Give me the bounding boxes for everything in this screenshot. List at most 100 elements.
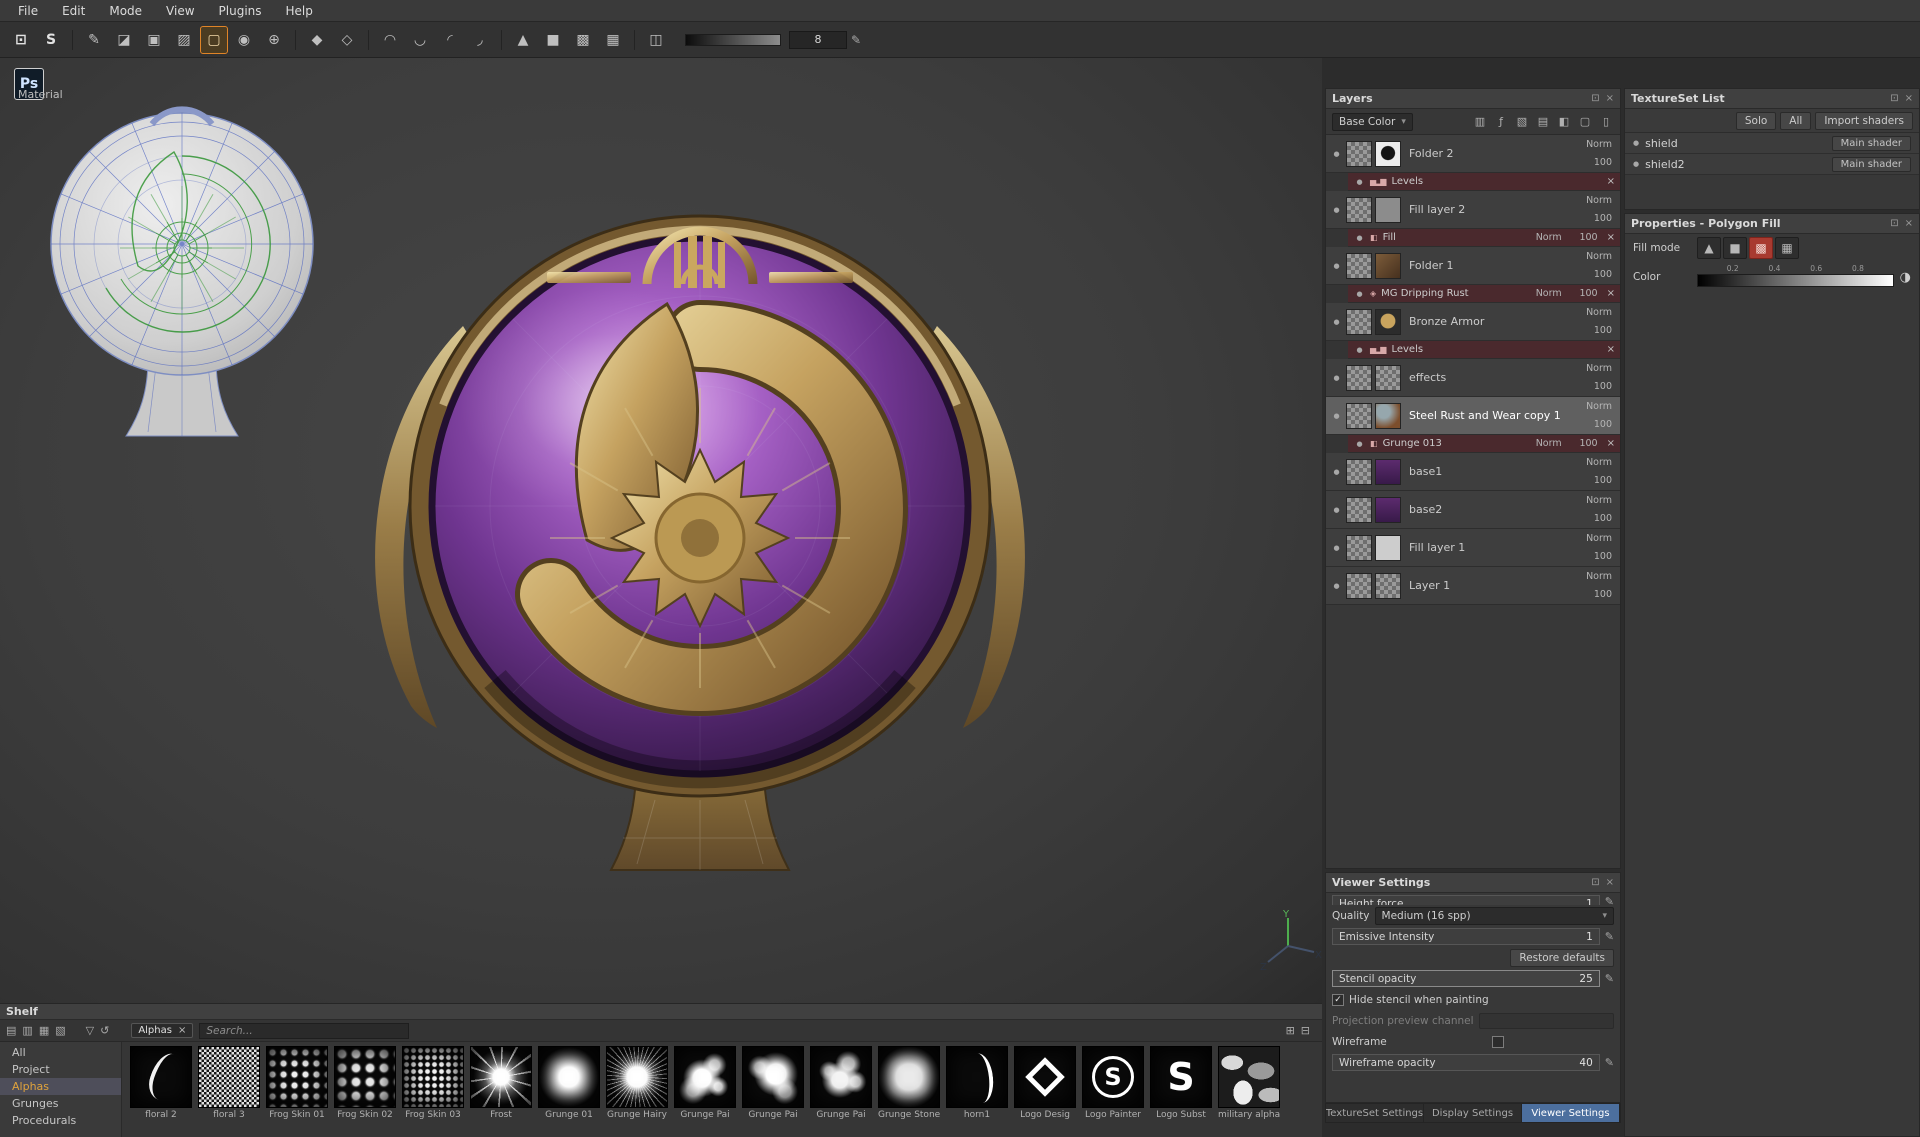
layer-content-thumbnail[interactable] — [1375, 365, 1401, 391]
layer-blend-mode[interactable]: Norm — [1586, 363, 1612, 374]
mesh-fill-mode-icon[interactable]: ▩ — [570, 27, 596, 53]
falloff-in-icon[interactable]: ◜ — [437, 27, 463, 53]
shelf-item-thumbnail[interactable] — [1082, 1046, 1144, 1108]
toolbar-divider[interactable] — [295, 30, 296, 50]
projection-tool[interactable]: ▣ — [141, 27, 167, 53]
menu-item[interactable]: Mode — [97, 1, 154, 21]
layer-row[interactable]: ● ◧ Fill Norm 100 × — [1348, 229, 1620, 247]
add-effect-icon[interactable]: ƒ — [1493, 115, 1509, 128]
layer-content-thumbnail[interactable] — [1375, 309, 1401, 335]
import-shaders-button[interactable]: Import shaders — [1815, 112, 1913, 130]
falloff-flat-icon[interactable]: ◠ — [377, 27, 403, 53]
edit-value-pencil-icon[interactable]: ✎ — [1605, 972, 1614, 985]
grayscale-gradient-bar[interactable] — [1697, 274, 1894, 287]
symmetry-icon[interactable]: ◫ — [643, 27, 669, 53]
layer-row[interactable]: ● ◧ Grunge 013 Norm 100 × — [1348, 435, 1620, 453]
shelf-item-thumbnail[interactable] — [198, 1046, 260, 1108]
toolbar-divider[interactable] — [368, 30, 369, 50]
layers-panel-header[interactable]: Layers ⊡ × — [1326, 89, 1620, 109]
viewer-settings-header[interactable]: Viewer Settings ⊡ × — [1326, 873, 1620, 893]
brush-preset-icon[interactable]: ◆ — [304, 27, 330, 53]
shelf-header[interactable]: Shelf — [0, 1004, 1322, 1020]
layer-opacity[interactable]: 100 — [1594, 381, 1612, 392]
layer-opacity[interactable]: 100 — [1594, 269, 1612, 280]
menu-item[interactable]: Edit — [50, 1, 97, 21]
layer-content-thumbnail[interactable] — [1375, 403, 1401, 429]
color-gradient-slider[interactable]: 0.20.40.60.8 — [1697, 265, 1894, 289]
layer-content-thumbnail[interactable] — [1375, 573, 1401, 599]
wireframe-opacity-slider[interactable]: Wireframe opacity 40 — [1332, 1054, 1600, 1071]
paint-tool[interactable]: ✎ — [81, 27, 107, 53]
shelf-item[interactable]: Frog Skin 02 — [334, 1046, 398, 1137]
toolbar-divider[interactable] — [501, 30, 502, 50]
shelf-search-input[interactable] — [199, 1023, 409, 1039]
layer-row[interactable]: ● base2 Norm 100 — [1326, 491, 1620, 529]
layer-row[interactable]: ● ◈ MG Dripping Rust Norm 100 × — [1348, 285, 1620, 303]
visibility-icon[interactable]: ● — [1353, 346, 1366, 354]
layer-opacity[interactable]: 100 — [1566, 438, 1598, 449]
shelf-item[interactable]: Grunge Pai — [742, 1046, 806, 1137]
solo-button[interactable]: Solo — [1736, 112, 1776, 130]
properties-panel-header[interactable]: Properties - Polygon Fill ⊡ × — [1625, 214, 1919, 234]
shelf-item[interactable]: Frog Skin 03 — [402, 1046, 466, 1137]
add-folder-icon[interactable]: ▤ — [1535, 115, 1551, 128]
shelf-view-detail-icon[interactable]: ▥ — [22, 1024, 32, 1037]
shelf-category[interactable]: Procedurals — [0, 1112, 121, 1129]
layer-blend-mode[interactable]: Norm — [1586, 195, 1612, 206]
visibility-icon[interactable]: ● — [1330, 412, 1343, 420]
layer-mask-thumbnail[interactable] — [1346, 365, 1372, 391]
falloff-smooth-icon[interactable]: ◡ — [407, 27, 433, 53]
uv-chunk-fill-mode-icon[interactable]: ▦ — [600, 27, 626, 53]
visibility-icon[interactable]: ● — [1330, 318, 1343, 326]
shelf-item[interactable]: Grunge Pai — [674, 1046, 738, 1137]
layer-mask-thumbnail[interactable] — [1346, 497, 1372, 523]
toolbar-divider[interactable] — [634, 30, 635, 50]
shelf-view-list-icon[interactable]: ▤ — [6, 1024, 16, 1037]
shelf-item-thumbnail[interactable] — [1014, 1046, 1076, 1108]
gradient-curve-icon[interactable]: ◑ — [1900, 270, 1911, 285]
float-panel-icon[interactable]: ⊡ — [1890, 93, 1898, 104]
shelf-item[interactable]: military alpha — [1218, 1046, 1282, 1137]
remove-effect-icon[interactable]: × — [1607, 232, 1615, 243]
fill-quads-icon[interactable]: ■ — [1723, 237, 1747, 259]
layer-mask-thumbnail[interactable] — [1346, 573, 1372, 599]
pencil-preset-icon[interactable]: ◇ — [334, 27, 360, 53]
shield-3d-model[interactable] — [375, 208, 1025, 878]
remove-effect-icon[interactable]: × — [1607, 176, 1615, 187]
eraser-tool[interactable]: ◪ — [111, 27, 137, 53]
layer-opacity[interactable]: 100 — [1594, 513, 1612, 524]
shelf-item[interactable]: Logo Subst — [1150, 1046, 1214, 1137]
layer-blend-mode[interactable]: Norm — [1586, 307, 1612, 318]
remove-effect-icon[interactable]: × — [1607, 344, 1615, 355]
layer-row[interactable]: ● Steel Rust and Wear copy 1 Norm 100 — [1326, 397, 1620, 435]
layer-content-thumbnail[interactable] — [1375, 497, 1401, 523]
stencil-opacity-slider[interactable]: Stencil opacity 25 — [1332, 970, 1600, 987]
visibility-icon[interactable]: ● — [1353, 234, 1366, 242]
visibility-icon[interactable]: ● — [1353, 178, 1366, 186]
layer-blend-mode[interactable]: Norm — [1586, 457, 1612, 468]
shelf-category[interactable]: All — [0, 1044, 121, 1061]
fill-mesh-icon[interactable]: ▩ — [1749, 237, 1773, 259]
shelf-item[interactable]: Frost — [470, 1046, 534, 1137]
layer-opacity[interactable]: 100 — [1594, 419, 1612, 430]
layer-blend-mode[interactable]: Norm — [1530, 232, 1562, 243]
visibility-icon[interactable]: ● — [1353, 440, 1366, 448]
layer-opacity[interactable]: 100 — [1594, 589, 1612, 600]
edit-value-pencil-icon[interactable]: ✎ — [1605, 930, 1614, 943]
add-fill-layer-icon[interactable]: ◧ — [1556, 115, 1572, 128]
thumbnail-size-icon[interactable]: ⊞ — [1286, 1024, 1295, 1037]
layer-mask-thumbnail[interactable] — [1346, 403, 1372, 429]
shelf-item[interactable]: Grunge 01 — [538, 1046, 602, 1137]
wireframe-checkbox[interactable] — [1492, 1036, 1504, 1048]
visibility-icon[interactable]: ● — [1330, 150, 1343, 158]
fill-uv-chunk-icon[interactable]: ▦ — [1775, 237, 1799, 259]
restore-defaults-button[interactable]: Restore defaults — [1510, 949, 1614, 967]
close-panel-icon[interactable]: × — [1606, 877, 1614, 888]
menu-item[interactable]: View — [154, 1, 206, 21]
fill-triangles-icon[interactable]: ▲ — [1697, 237, 1721, 259]
shelf-item-thumbnail[interactable] — [334, 1046, 396, 1108]
edit-value-pencil-icon[interactable]: ✎ — [1605, 895, 1614, 905]
quad-fill-mode-icon[interactable]: ■ — [540, 27, 566, 53]
layer-blend-mode[interactable]: Norm — [1530, 288, 1562, 299]
shelf-item[interactable]: Frog Skin 01 — [266, 1046, 330, 1137]
